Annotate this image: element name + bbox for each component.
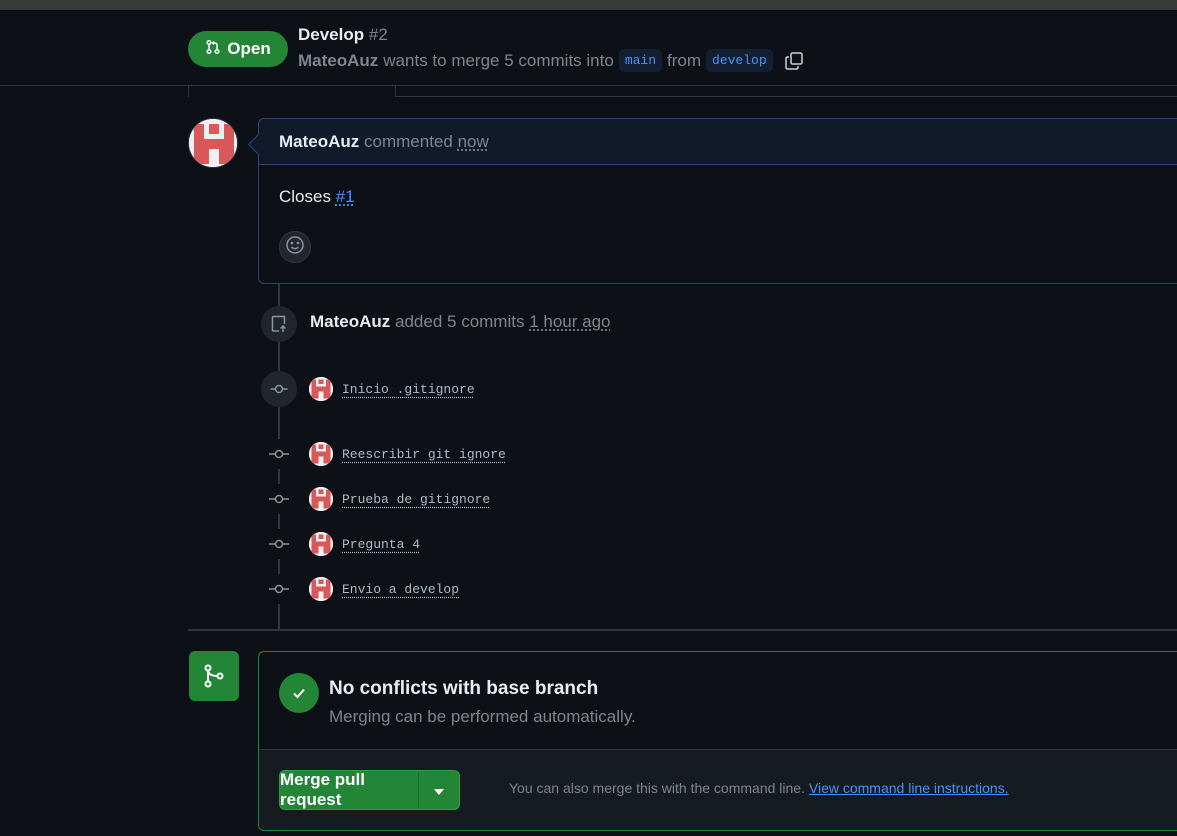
- pr-number: #2: [368, 25, 388, 44]
- pr-state-label: Open: [227, 39, 271, 58]
- comment-body-text: Closes: [279, 187, 331, 206]
- event-time-link[interactable]: 1 hour ago: [529, 312, 610, 331]
- commit-row: Envio a develop: [264, 574, 864, 604]
- pr-author-link[interactable]: MateoAuz: [298, 51, 378, 71]
- merge-options-button[interactable]: [419, 771, 459, 809]
- avatar[interactable]: [309, 442, 333, 466]
- comment-header: MateoAuz commented now: [259, 119, 1177, 165]
- comment-box: MateoAuz commented now Closes #1: [258, 118, 1177, 284]
- tab-outline: [188, 86, 396, 97]
- head-branch[interactable]: develop: [706, 49, 773, 72]
- event-author-link[interactable]: MateoAuz: [310, 312, 390, 331]
- commit-message-link[interactable]: Inicio .gitignore: [342, 382, 475, 397]
- comment-body: Closes #1: [259, 165, 1177, 207]
- triangle-down-icon: [434, 780, 444, 800]
- issue-link[interactable]: #1: [336, 187, 355, 206]
- command-line-instructions-link[interactable]: View command line instructions.: [809, 780, 1009, 796]
- merge-hint-text: You can also merge this with the command…: [509, 780, 805, 796]
- merge-pull-request-button[interactable]: Merge pull request: [280, 771, 419, 809]
- event-action: added 5 commits: [395, 312, 525, 331]
- commit-row: Prueba de gitignore: [264, 484, 864, 514]
- avatar[interactable]: [309, 487, 333, 511]
- merge-status: No conflicts with base branch Merging ca…: [259, 652, 1177, 750]
- merge-status-title: No conflicts with base branch: [329, 678, 599, 699]
- add-reaction-button[interactable]: [279, 231, 311, 263]
- git-commit-icon: [264, 529, 294, 559]
- comment-author-link[interactable]: MateoAuz: [279, 132, 359, 151]
- timeline-divider: [188, 629, 1177, 631]
- avatar[interactable]: [309, 577, 333, 601]
- pr-title-text: Develop: [298, 25, 365, 44]
- merge-box: No conflicts with base branch Merging ca…: [258, 651, 1177, 831]
- commit-message-link[interactable]: Pregunta 4: [342, 537, 420, 552]
- copy-icon[interactable]: [784, 51, 804, 71]
- commit-message-link[interactable]: Prueba de gitignore: [342, 492, 490, 507]
- pr-from-text: from: [667, 50, 702, 70]
- commit-row: Reescribir git ignore: [264, 439, 864, 469]
- git-commit-icon: [264, 484, 294, 514]
- merge-button-group: Merge pull request: [279, 770, 460, 810]
- commit-row: Inicio .gitignore: [264, 374, 864, 404]
- commit-message-link[interactable]: Reescribir git ignore: [342, 447, 506, 462]
- base-branch[interactable]: main: [618, 49, 663, 72]
- smiley-icon: [285, 235, 305, 260]
- avatar[interactable]: [188, 118, 238, 168]
- pr-state-badge: Open: [188, 31, 288, 67]
- git-merge-icon: [189, 651, 239, 701]
- comment-time-link[interactable]: now: [458, 132, 489, 151]
- avatar[interactable]: [309, 377, 333, 401]
- browser-top-strip: [0, 0, 1177, 10]
- pr-meta: MateoAuz wants to merge 5 commits into m…: [298, 49, 804, 72]
- pr-header: Open Develop #2 MateoAuz wants to merge …: [0, 10, 1177, 86]
- tab-underline: [396, 96, 1177, 97]
- git-commit-icon: [264, 439, 294, 469]
- repo-push-icon: [261, 306, 297, 342]
- check-icon: [279, 673, 319, 713]
- commit-row: Pregunta 4: [264, 529, 864, 559]
- git-commit-icon: [264, 574, 294, 604]
- merge-hint: You can also merge this with the command…: [509, 780, 1009, 796]
- merge-status-subtitle: Merging can be performed automatically.: [329, 707, 636, 726]
- merge-actions: Merge pull request You can also merge th…: [259, 750, 1177, 830]
- commit-message-link[interactable]: Envio a develop: [342, 582, 459, 597]
- git-pull-request-icon: [205, 39, 221, 60]
- avatar[interactable]: [309, 532, 333, 556]
- commits-event: MateoAuz added 5 commits 1 hour ago: [310, 312, 611, 332]
- pr-title: Develop #2: [298, 25, 388, 45]
- comment-action: commented: [364, 132, 453, 151]
- pr-merge-text: wants to merge 5 commits into: [383, 50, 614, 70]
